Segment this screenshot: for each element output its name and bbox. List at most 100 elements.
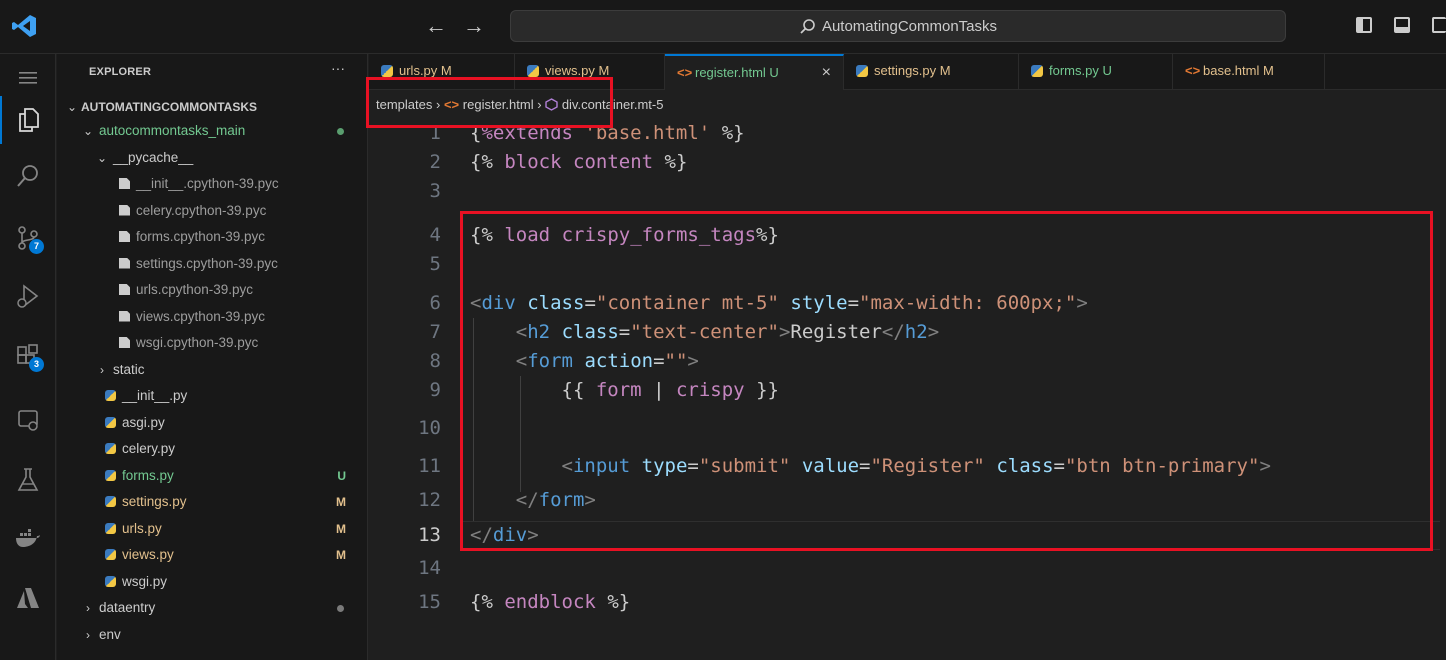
- code-highlight-box: [460, 211, 1433, 551]
- tab-register-html[interactable]: <> register.html U ×: [665, 54, 844, 90]
- compiled-file-icon: [119, 257, 130, 269]
- line-number: 15: [418, 591, 441, 613]
- tree-item[interactable]: asgi.py: [57, 411, 368, 435]
- tab-base-html[interactable]: <> base.html M: [1173, 54, 1325, 90]
- run-debug-icon[interactable]: [0, 272, 56, 320]
- python-file-icon: [105, 575, 116, 587]
- tree-item[interactable]: views.py M: [57, 543, 368, 567]
- close-tab-icon[interactable]: ×: [822, 56, 831, 90]
- root-folder-label: AUTOMATINGCOMMONTASKS: [81, 100, 257, 114]
- tree-item[interactable]: wsgi.py: [57, 570, 368, 594]
- compiled-file-icon: [119, 310, 130, 322]
- source-control-icon[interactable]: 7: [0, 214, 56, 262]
- tree-item[interactable]: settings.cpython-39.pyc: [57, 252, 368, 276]
- tree-item[interactable]: › env: [57, 623, 368, 647]
- explorer-sidebar: EXPLORER ··· ⌄ AUTOMATINGCOMMONTASKS ⌄ au…: [57, 54, 368, 660]
- chevron-down-icon: ⌄: [66, 100, 78, 114]
- tree-item[interactable]: urls.py M: [57, 517, 368, 541]
- tab-settings-py[interactable]: settings.py M: [844, 54, 1019, 90]
- explorer-root-folder[interactable]: ⌄ AUTOMATINGCOMMONTASKS: [57, 95, 368, 119]
- remote-explorer-icon[interactable]: [0, 396, 56, 444]
- line-number: 2: [429, 151, 441, 173]
- line-number: 14: [418, 557, 441, 579]
- tree-item-label: autocommontasks_main: [99, 123, 246, 138]
- compiled-file-icon: [119, 337, 130, 348]
- tree-item[interactable]: __init__.cpython-39.pyc: [57, 172, 368, 196]
- line-number: 10: [418, 417, 441, 439]
- source-control-badge: 7: [29, 239, 44, 254]
- tree-item-label: urls.cpython-39.pyc: [136, 282, 254, 297]
- azure-icon[interactable]: [0, 574, 56, 622]
- tree-item[interactable]: ⌄ __pycache__: [57, 146, 368, 170]
- html-file-icon: <>: [1185, 63, 1201, 78]
- tree-item[interactable]: views.cpython-39.pyc: [57, 305, 368, 329]
- code-line-15: {% endblock %}: [470, 591, 631, 613]
- tree-item[interactable]: › static: [57, 358, 368, 382]
- tab-forms-py[interactable]: forms.py U: [1019, 54, 1173, 90]
- docker-icon[interactable]: [0, 514, 56, 562]
- python-file-icon: [381, 65, 393, 77]
- back-button[interactable]: ←: [424, 14, 448, 38]
- tree-item[interactable]: forms.cpython-39.pyc: [57, 225, 368, 249]
- git-status-badge: U: [337, 468, 346, 483]
- tree-item[interactable]: forms.py U: [57, 464, 368, 488]
- python-file-icon: [105, 416, 116, 428]
- git-status-badge: M: [336, 521, 346, 536]
- tree-item-label: __init__.cpython-39.pyc: [136, 176, 279, 191]
- compiled-file-icon: [119, 204, 130, 216]
- line-number: 6: [429, 292, 441, 314]
- command-center-search[interactable]: AutomatingCommonTasks: [510, 10, 1286, 42]
- compiled-file-icon: [119, 178, 130, 189]
- tab-label: settings.py M: [874, 63, 951, 78]
- git-status-badge: M: [336, 548, 346, 562]
- menu-icon[interactable]: [0, 54, 56, 102]
- html-file-icon: <>: [677, 65, 693, 80]
- line-number: 13: [418, 524, 441, 546]
- python-file-icon: [527, 65, 539, 77]
- tree-item-label: dataentry: [99, 600, 156, 615]
- activity-bar: 7 3: [0, 54, 56, 660]
- search-view-icon[interactable]: [0, 152, 56, 200]
- toggle-secondary-sidebar-icon[interactable]: [1432, 17, 1446, 33]
- tree-item-label: asgi.py: [122, 414, 165, 430]
- tree-item-label: wsgi.py: [122, 573, 168, 589]
- tab-label: register.html U: [695, 65, 779, 80]
- explorer-header: EXPLORER: [89, 66, 152, 78]
- extensions-icon[interactable]: 3: [0, 332, 56, 380]
- line-number: 5: [429, 253, 441, 275]
- chevron-right-icon: ›: [100, 362, 104, 377]
- tree-item-label: settings.cpython-39.pyc: [136, 255, 278, 271]
- tree-item[interactable]: wsgi.cpython-39.pyc: [57, 331, 368, 355]
- python-file-icon: [105, 390, 116, 401]
- search-icon: [800, 18, 815, 34]
- line-number: 8: [429, 350, 441, 372]
- toggle-panel-icon[interactable]: [1394, 17, 1410, 33]
- tree-item[interactable]: celery.cpython-39.pyc: [57, 199, 368, 223]
- explorer-icon[interactable]: [0, 96, 56, 144]
- python-file-icon: [105, 496, 116, 507]
- forward-button[interactable]: →: [462, 14, 486, 38]
- tree-item-label: celery.cpython-39.pyc: [136, 202, 267, 218]
- line-number: 9: [429, 379, 441, 401]
- testing-icon[interactable]: [0, 456, 56, 504]
- toggle-sidebar-icon[interactable]: [1356, 17, 1372, 33]
- git-status-dot: [337, 605, 344, 612]
- tree-item-label: settings.py: [122, 494, 187, 509]
- explorer-more-actions[interactable]: ···: [331, 60, 345, 76]
- tree-item-label: views.py: [122, 547, 174, 562]
- tree-item[interactable]: › dataentry: [57, 596, 368, 620]
- tree-item-label: urls.py: [122, 520, 162, 536]
- tree-item-label: __pycache__: [113, 149, 194, 165]
- tree-item-label: forms.cpython-39.pyc: [136, 229, 266, 244]
- breadcrumb-highlight-box: [366, 77, 613, 128]
- tree-item[interactable]: urls.cpython-39.pyc: [57, 278, 368, 302]
- tree-item[interactable]: ⌄ autocommontasks_main: [57, 119, 368, 143]
- chevron-right-icon: ›: [86, 627, 90, 642]
- tree-item[interactable]: settings.py M: [57, 490, 368, 514]
- compiled-file-icon: [119, 231, 130, 242]
- tree-item[interactable]: celery.py: [57, 437, 368, 461]
- line-number: 7: [429, 321, 441, 343]
- code-line-2: {% block content %}: [470, 151, 688, 173]
- tree-item[interactable]: __init__.py: [57, 384, 368, 408]
- line-number: 4: [429, 224, 441, 246]
